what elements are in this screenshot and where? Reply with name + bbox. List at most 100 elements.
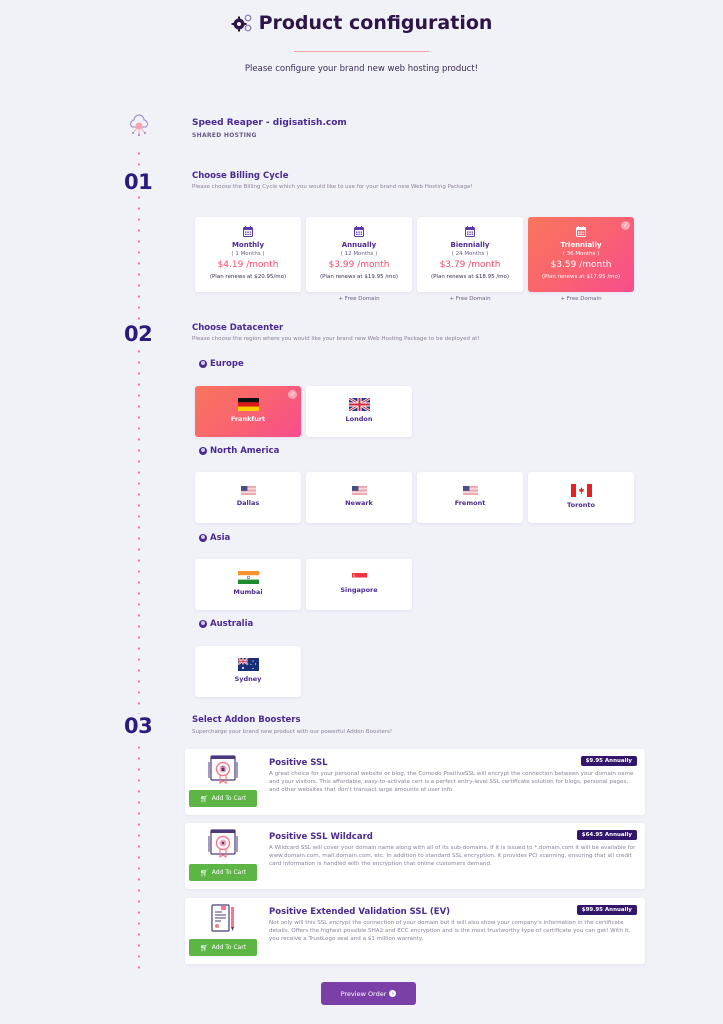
datacenter-option-dallas[interactable]: Dallas [195, 472, 301, 523]
datacenter-city: Sydney [234, 675, 262, 683]
step-number-01: 01 [124, 170, 153, 194]
datacenter-city: Toronto [567, 501, 595, 509]
arrow-circle-right-icon: › [389, 990, 397, 997]
region-name: Europe [210, 359, 244, 369]
billing-cycle-description: Please choose the Billing Cycle which yo… [192, 184, 473, 190]
billing-renew: (Plan renews at $19.95 /mo) [319, 274, 399, 280]
billing-name: Annually [341, 241, 377, 249]
globe-icon [199, 620, 207, 628]
page-header: Product configuration Please configure y… [0, 12, 723, 74]
region-heading-asia: Asia [199, 533, 230, 543]
datacenter-option-fremont[interactable]: Fremont [417, 472, 523, 523]
billing-price: $3.79 /month [439, 260, 501, 270]
billing-name: Monthly [231, 241, 265, 249]
globe-icon [199, 534, 207, 542]
datacenter-city: Fremont [454, 499, 486, 507]
step-number-03: 03 [124, 714, 153, 738]
add-to-cart-button[interactable]: 🛒︎ Add To Cart [189, 939, 257, 956]
canada-flag-icon [570, 484, 592, 497]
add-to-cart-label: Add To Cart [211, 869, 247, 876]
page-title-text: Product configuration [258, 12, 493, 34]
uk-flag-icon [348, 398, 370, 411]
datacenter-option-london[interactable]: London [306, 386, 412, 437]
ssl-certificate-icon [208, 829, 238, 859]
usa-flag-icon [240, 486, 256, 495]
region-heading-australia: Australia [199, 619, 253, 629]
billing-option-biennially[interactable]: Biennially ( 24 Months ) $3.79 /month (P… [417, 217, 523, 292]
addon-price-badge: $9.95 Annually [580, 756, 637, 766]
preview-order-label: Preview Order [340, 989, 387, 998]
addon-description: A Wildcard SSL will cover your domain na… [269, 845, 636, 868]
datacenter-city: Newark [345, 499, 373, 507]
billing-name: Biennially [450, 241, 490, 249]
addon-title: Positive Extended Validation SSL (EV) [269, 907, 451, 917]
datacenter-title: Choose Datacenter [192, 323, 284, 333]
calendar-icon [576, 226, 586, 237]
addon-card: 🛒︎ Add To Cart Positive Extended Validat… [185, 898, 645, 964]
billing-months: ( 24 Months ) [451, 251, 489, 257]
free-domain-note: + Free Domain [560, 296, 602, 302]
region-heading-europe: Europe [199, 359, 244, 369]
checkmark-icon: ✓ [288, 390, 297, 399]
datacenter-option-mumbai[interactable]: Mumbai [195, 559, 301, 610]
addon-card: 🛒︎ Add To Cart Positive SSL $9.95 Annual… [185, 749, 645, 815]
addons-title: Select Addon Boosters [192, 715, 301, 725]
billing-months: ( 12 Months ) [340, 251, 378, 257]
free-domain-note: + Free Domain [449, 296, 491, 302]
calendar-icon [465, 226, 475, 237]
datacenter-option-toronto[interactable]: Toronto [528, 472, 634, 523]
datacenter-option-sydney[interactable]: Sydney [195, 646, 301, 697]
cart-icon: 🛒︎ [199, 794, 209, 803]
add-to-cart-label: Add To Cart [211, 944, 247, 951]
product-name: Speed Reaper - digisatish.com [192, 118, 347, 128]
addon-description: Not only will this SSL encrypt the conne… [269, 920, 631, 943]
calendar-icon [354, 226, 364, 237]
singapore-flag-icon [351, 573, 367, 582]
ev-certificate-icon [211, 904, 234, 932]
usa-flag-icon [351, 486, 367, 495]
billing-price: $4.19 /month [217, 260, 279, 270]
free-domain-note: + Free Domain [338, 296, 380, 302]
cart-icon: 🛒︎ [199, 943, 209, 952]
region-name: North America [210, 446, 280, 456]
addon-price-badge: $64.95 Annually [576, 830, 637, 840]
germany-flag-icon [237, 398, 259, 411]
add-to-cart-button[interactable]: 🛒︎ Add To Cart [189, 864, 257, 881]
calendar-icon [243, 226, 253, 237]
preview-order-button[interactable]: Preview Order › [321, 982, 416, 1005]
billing-renew: (Plan renews at $18.95 /mo) [430, 274, 510, 280]
billing-price: $3.59 /month [550, 260, 612, 270]
datacenter-city: Dallas [236, 499, 260, 507]
region-name: Australia [210, 619, 254, 629]
datacenter-option-frankfurt[interactable]: ✓ Frankfurt [195, 386, 301, 437]
billing-option-annually[interactable]: Annually ( 12 Months ) $3.99 /month (Pla… [306, 217, 412, 292]
billing-name: Triennially [560, 241, 602, 249]
page-subtitle: Please configure your brand new web host… [244, 64, 479, 74]
billing-months: ( 36 Months ) [562, 251, 600, 257]
datacenter-option-newark[interactable]: Newark [306, 472, 412, 523]
add-to-cart-button[interactable]: 🛒︎ Add To Cart [189, 790, 257, 807]
datacenter-option-singapore[interactable]: Singapore [306, 559, 412, 610]
addon-title: Positive SSL Wildcard [269, 832, 373, 842]
globe-icon [199, 360, 207, 368]
india-flag-icon [237, 571, 259, 584]
billing-option-monthly[interactable]: Monthly ( 1 Months ) $4.19 /month (Plan … [195, 217, 301, 292]
cart-icon: 🛒︎ [199, 868, 209, 877]
datacenter-city: Singapore [340, 586, 378, 594]
datacenter-city: Frankfurt [230, 415, 266, 423]
billing-months: ( 1 Months ) [231, 251, 265, 257]
region-name: Asia [210, 533, 231, 543]
datacenter-city: Mumbai [233, 588, 263, 596]
cloud-hosting-icon [127, 114, 151, 138]
addons-description: Supercharge your brand new product with … [192, 729, 393, 735]
billing-option-triennially[interactable]: ✓ Triennially ( 36 Months ) $3.59 /month… [528, 217, 634, 292]
title-divider [294, 51, 429, 52]
addon-title: Positive SSL [269, 758, 328, 768]
step-number-02: 02 [124, 322, 153, 346]
australia-flag-icon [237, 658, 259, 671]
billing-renew: (Plan renews at $20.95/mo) [209, 274, 287, 280]
billing-renew: (Plan renews at $17.95 /mo) [541, 274, 621, 280]
addon-card: 🛒︎ Add To Cart Positive SSL Wildcard $64… [185, 823, 645, 889]
add-to-cart-label: Add To Cart [211, 795, 247, 802]
checkmark-icon: ✓ [621, 221, 630, 230]
